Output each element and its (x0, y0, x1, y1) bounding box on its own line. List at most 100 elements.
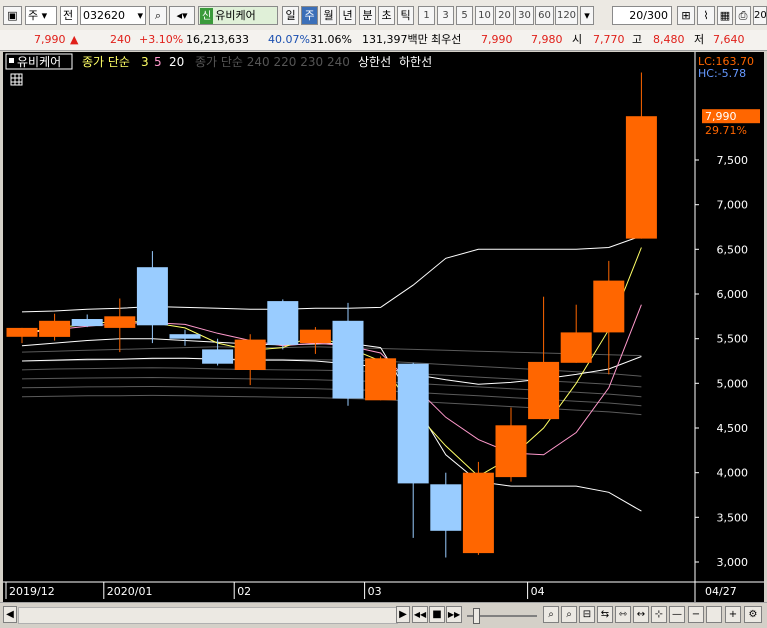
period-tab-month[interactable]: 월 (320, 6, 337, 25)
tool-icon[interactable]: ⊞ (677, 6, 695, 25)
last-price-tag-label: 7,990 (705, 110, 737, 123)
chart-icon[interactable]: ⌇ (697, 6, 715, 25)
save-icon[interactable]: ▦ (717, 6, 733, 25)
price-change-pct: +3.10% (139, 33, 184, 46)
period-tab-week[interactable]: 주 (301, 6, 318, 25)
low-label: 저 (694, 33, 705, 46)
pan-icon[interactable]: ⇆ (597, 606, 613, 623)
candle-body (495, 425, 527, 478)
period-tab-day[interactable]: 일 (282, 6, 299, 25)
candle-body (6, 327, 38, 337)
candle-body (169, 334, 201, 339)
candle-body (71, 319, 103, 327)
period-tab-year[interactable]: 년 (339, 6, 356, 25)
zoom-value-button[interactable] (706, 606, 722, 623)
next-button[interactable]: ▶▶ (446, 606, 462, 623)
candle-body (462, 472, 494, 554)
candle-body (528, 361, 560, 420)
market-select[interactable]: 전 (60, 6, 78, 25)
count-value: 20 (629, 9, 644, 22)
y-tick-label: 4,000 (717, 467, 749, 480)
stock-name-box[interactable]: 신 유비케어 (198, 6, 278, 25)
zoom-out-icon[interactable]: ⌕ (561, 606, 577, 623)
period-select[interactable]: 주 ▾ (25, 6, 57, 25)
y-tick-label: 3,000 (717, 556, 749, 569)
stop-button[interactable]: ■ (429, 606, 445, 623)
legend-ma-long: 종가 단순 240 220 230 240 (195, 55, 350, 69)
last-date-label: 04/27 (705, 585, 737, 598)
candlestick-chart[interactable]: 유비케어 종가 단순 3 5 20 종가 단순 240 220 230 240 … (3, 52, 764, 602)
y-tick-label: 5,500 (717, 333, 749, 346)
y-tick-label: 4,500 (717, 422, 749, 435)
best-ask-label: 최우선 (431, 33, 462, 46)
interval-20[interactable]: 20 (495, 6, 514, 25)
grid-table-icon[interactable] (10, 73, 23, 86)
interval-3[interactable]: 3 (437, 6, 454, 25)
trade-amount: 131,397백만 (362, 33, 428, 46)
turnover-pct: 40.07% (268, 33, 310, 46)
dropdown-arrow-icon[interactable]: ▾ (580, 6, 594, 25)
y-tick-label: 6,500 (717, 243, 749, 256)
quote-bar: 7,990 ▲ 240 +3.10% 16,213,633 40.07% 31.… (0, 30, 767, 51)
new-listing-badge: 신 (200, 8, 214, 24)
period-tab-tick[interactable]: 틱 (397, 6, 414, 25)
count-field[interactable]: 20/300 (612, 6, 672, 25)
crosshair-icon[interactable]: ⊹ (651, 606, 667, 623)
hc-label: HC:-5.78 (698, 67, 746, 80)
scroll-right-button[interactable]: ▶ (396, 606, 410, 623)
period-tab-minute[interactable]: 분 (359, 6, 376, 25)
zoom-in-button[interactable]: + (725, 606, 741, 623)
x-tick-label: 02 (237, 585, 251, 598)
zoom-out-button[interactable]: − (688, 606, 704, 623)
sound-icon[interactable]: ◂▾ (169, 6, 195, 25)
expand-icon[interactable]: ↔ (633, 606, 649, 623)
candle-body (267, 301, 299, 345)
interval-120[interactable]: 120 (555, 6, 578, 25)
candle-body (39, 320, 71, 337)
prev-button[interactable]: ◀◀ (412, 606, 428, 623)
candle-body (430, 484, 462, 531)
period-tab-second[interactable]: 초 (378, 6, 395, 25)
volume: 16,213,633 (186, 33, 249, 46)
secondary-pct: 31.06% (310, 33, 352, 46)
search-icon[interactable]: ⌕ (149, 6, 167, 25)
candle-body (593, 280, 625, 333)
zoom-in-icon[interactable]: ⌕ (543, 606, 559, 623)
y-tick-label: 7,000 (717, 199, 749, 212)
settings-icon[interactable]: ⚙ (744, 606, 762, 623)
interval-1[interactable]: 1 (418, 6, 435, 25)
candle-body (136, 267, 168, 326)
envelope-upper-line (21, 235, 642, 313)
interval-60[interactable]: 60 (535, 6, 554, 25)
stock-name: 유비케어 (215, 9, 256, 22)
legend-stock-name: 유비케어 (17, 55, 61, 69)
window-icon[interactable]: ▣ (3, 6, 22, 25)
y-tick-label: 7,500 (717, 154, 749, 167)
x-tick-label: 03 (368, 585, 382, 598)
candle-body (365, 358, 397, 401)
speed-slider-thumb[interactable] (473, 608, 480, 624)
legend-ma3: 3 (141, 55, 149, 69)
last-price-pct-label: 29.71% (705, 124, 747, 137)
scroll-left-button[interactable]: ◀ (3, 606, 17, 623)
interval-10[interactable]: 10 (475, 6, 494, 25)
print-icon[interactable]: ⎙ (735, 6, 751, 25)
open-label: 시 (572, 33, 583, 46)
x-tick-label: 2020/01 (107, 585, 153, 598)
candle-body (332, 320, 364, 399)
high-price: 8,480 (653, 33, 685, 46)
interval-30[interactable]: 30 (515, 6, 534, 25)
x-tick-label: 04 (531, 585, 545, 598)
current-price: 7,990 (34, 33, 66, 46)
interval-5[interactable]: 5 (456, 6, 473, 25)
compress-icon[interactable]: ⇿ (615, 606, 631, 623)
open-price: 7,770 (593, 33, 625, 46)
best-ask: 7,990 (481, 33, 513, 46)
area-select-icon[interactable]: ⊟ (579, 606, 595, 623)
stock-code-input[interactable]: 032620 ▾ (80, 6, 146, 25)
chart-area[interactable]: 유비케어 종가 단순 3 5 20 종가 단순 240 220 230 240 … (3, 52, 764, 602)
zoom-reset-button[interactable]: — (669, 606, 685, 623)
horizontal-scrollbar[interactable] (18, 607, 398, 624)
right-number[interactable]: 20 (753, 6, 767, 25)
bottom-bar: ◀ ▶ ◀◀ ■ ▶▶ ⌕ ⌕ ⊟ ⇆ ⇿ ↔ ⊹ — − + ⚙ (0, 602, 767, 628)
